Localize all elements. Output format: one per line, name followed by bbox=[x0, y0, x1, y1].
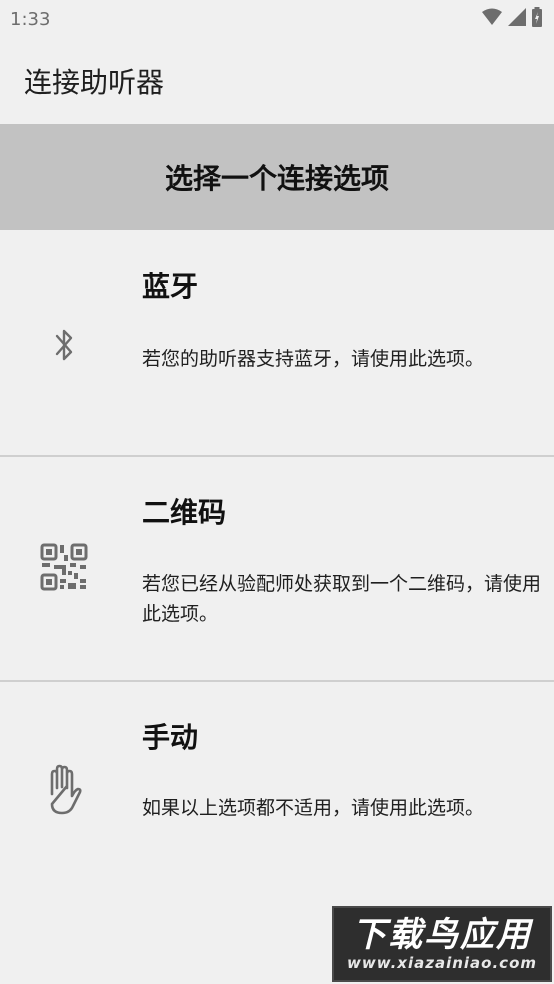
option-manual[interactable]: 手动 如果以上选项都不适用，请使用此选项。 bbox=[0, 682, 554, 906]
status-bar: 1:33 bbox=[0, 0, 554, 38]
qr-code-icon bbox=[38, 541, 90, 593]
page-title: 连接助听器 bbox=[24, 66, 165, 99]
hand-icon bbox=[38, 764, 90, 816]
wifi-icon bbox=[482, 8, 502, 31]
option-description: 若您已经从验配师处获取到一个二维码，请使用此选项。 bbox=[142, 573, 542, 625]
watermark-logo: 下载鸟应用 www.xiazainiao.com bbox=[332, 906, 552, 982]
watermark-title: 下载鸟应用 bbox=[352, 915, 532, 955]
option-title: 手动 bbox=[142, 721, 199, 754]
battery-charging-icon bbox=[532, 6, 542, 32]
status-icons bbox=[482, 6, 542, 32]
option-description: 如果以上选项都不适用，请使用此选项。 bbox=[142, 797, 485, 819]
watermark-url: www.xiazainiao.com bbox=[346, 954, 538, 972]
section-header-label: 选择一个连接选项 bbox=[164, 162, 389, 195]
option-description: 若您的助听器支持蓝牙，请使用此选项。 bbox=[142, 348, 485, 370]
option-title: 二维码 bbox=[142, 496, 227, 529]
option-bluetooth[interactable]: 蓝牙 若您的助听器支持蓝牙，请使用此选项。 bbox=[0, 231, 554, 455]
cell-signal-icon bbox=[508, 7, 526, 31]
bluetooth-icon bbox=[38, 319, 90, 371]
option-title: 蓝牙 bbox=[142, 270, 199, 303]
status-time: 1:33 bbox=[10, 8, 51, 30]
app-bar: 连接助听器 bbox=[0, 38, 554, 124]
option-qr-code[interactable]: 二维码 若您已经从验配师处获取到一个二维码，请使用此选项。 bbox=[0, 457, 554, 681]
section-header: 选择一个连接选项 bbox=[0, 124, 554, 230]
